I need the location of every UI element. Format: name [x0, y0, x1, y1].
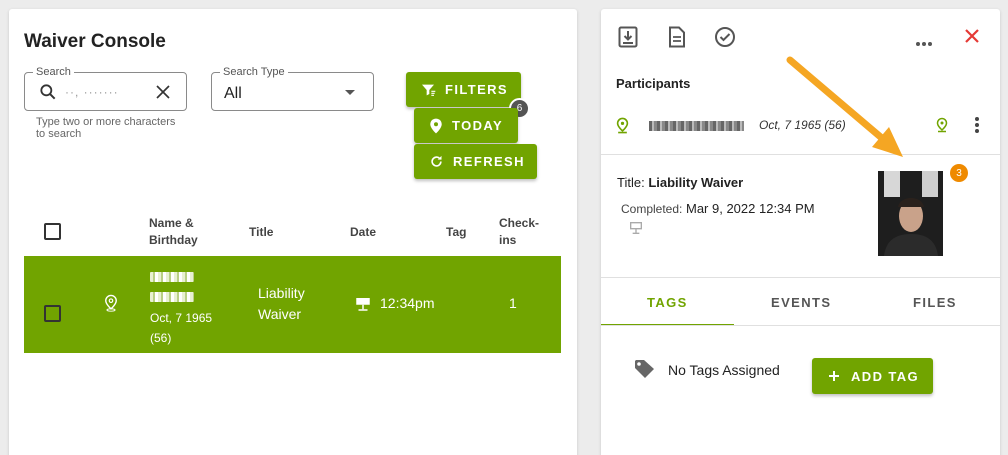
today-button[interactable]: TODAY: [414, 108, 518, 143]
today-label: TODAY: [452, 118, 504, 133]
clear-icon[interactable]: [154, 83, 172, 106]
kiosk-icon: [356, 297, 370, 311]
no-tags-text: No Tags Assigned: [668, 362, 780, 378]
row-birthday: Oct, 7 1965: [150, 311, 213, 325]
location-pin-icon: [430, 118, 442, 133]
search-icon: [38, 82, 58, 107]
search-input[interactable]: Search ··, ·······: [24, 66, 187, 111]
completed-label: Completed:: [621, 202, 683, 216]
location-pin-icon: [104, 294, 118, 317]
participant-name-redacted: [150, 272, 194, 282]
document-icon[interactable]: [668, 26, 686, 53]
completed-line: Completed: Mar 9, 2022 12:34 PM: [621, 201, 815, 216]
row-time: 12:34pm: [380, 295, 435, 311]
refresh-label: REFRESH: [453, 154, 525, 169]
filter-icon: [422, 84, 436, 96]
column-header-date[interactable]: Date: [350, 224, 376, 241]
photo-count-badge: 3: [950, 164, 968, 182]
participants-heading: Participants: [616, 76, 691, 91]
search-type-value: All: [224, 85, 242, 102]
row-age: (56): [150, 331, 172, 345]
participant-detail-panel: Participants Oct, 7 1965 (56) Title: Lia…: [601, 9, 1000, 455]
waiver-title-line: Title: Liability Waiver: [617, 175, 743, 190]
divider: [601, 277, 1000, 278]
more-horizontal-icon[interactable]: [915, 34, 933, 52]
column-header-title[interactable]: Title: [249, 224, 273, 241]
waiver-console-panel: Waiver Console Search ··, ······· Type t…: [9, 9, 577, 455]
search-type-label: Search Type: [220, 66, 288, 78]
row-checkbox[interactable]: [44, 305, 61, 322]
refresh-button[interactable]: REFRESH: [414, 144, 537, 179]
column-header-name[interactable]: Name & Birthday: [149, 215, 229, 249]
filters-button[interactable]: FILTERS: [406, 72, 521, 107]
tab-tags[interactable]: TAGS: [647, 295, 688, 310]
select-all-checkbox[interactable]: [44, 223, 61, 240]
search-type-select[interactable]: Search Type All: [211, 66, 374, 111]
refresh-icon: [431, 155, 442, 167]
divider: [601, 325, 1000, 326]
participant-row[interactable]: Oct, 7 1965 (56): [616, 116, 986, 136]
add-tag-label: ADD TAG: [851, 368, 920, 384]
participant-name-redacted: [649, 121, 744, 131]
chevron-down-icon: [345, 90, 355, 95]
more-vertical-icon[interactable]: [974, 116, 980, 134]
completed-value: Mar 9, 2022 12:34 PM: [686, 201, 815, 216]
participant-birthday: Oct, 7 1965 (56): [759, 118, 846, 132]
waiver-title-label: Title:: [617, 175, 645, 190]
column-header-tag[interactable]: Tag: [446, 224, 466, 241]
filters-label: FILTERS: [445, 82, 508, 97]
location-pin-icon: [936, 117, 948, 133]
waiver-title-value: Liability Waiver: [648, 175, 744, 190]
search-value: ··, ·······: [65, 85, 119, 99]
row-name-cell: Oct, 7 1965 (56): [150, 268, 212, 348]
divider: [601, 154, 1000, 155]
close-icon[interactable]: [964, 28, 980, 49]
page-title: Waiver Console: [24, 31, 166, 52]
tab-files[interactable]: FILES: [913, 295, 957, 310]
search-helper-text: Type two or more characters to search: [36, 116, 176, 140]
tag-icon: [634, 359, 656, 384]
participant-name-redacted: [150, 292, 194, 302]
location-pin-icon: [616, 117, 629, 134]
download-icon[interactable]: [618, 26, 638, 53]
row-checkins: 1: [509, 295, 517, 311]
column-header-checkins[interactable]: Check-ins: [499, 215, 547, 249]
plus-icon: [829, 371, 839, 381]
participant-photo[interactable]: [878, 171, 943, 256]
add-tag-button[interactable]: ADD TAG: [812, 358, 933, 394]
tab-events[interactable]: EVENTS: [771, 295, 831, 310]
table-row[interactable]: Oct, 7 1965 (56) Liability Waiver 12:34p…: [24, 256, 561, 353]
row-title: Liability Waiver: [258, 285, 305, 322]
kiosk-icon: [628, 220, 644, 241]
check-circle-icon[interactable]: [714, 26, 736, 53]
row-date-cell: 12:34pm: [354, 293, 434, 314]
search-label: Search: [33, 66, 74, 78]
